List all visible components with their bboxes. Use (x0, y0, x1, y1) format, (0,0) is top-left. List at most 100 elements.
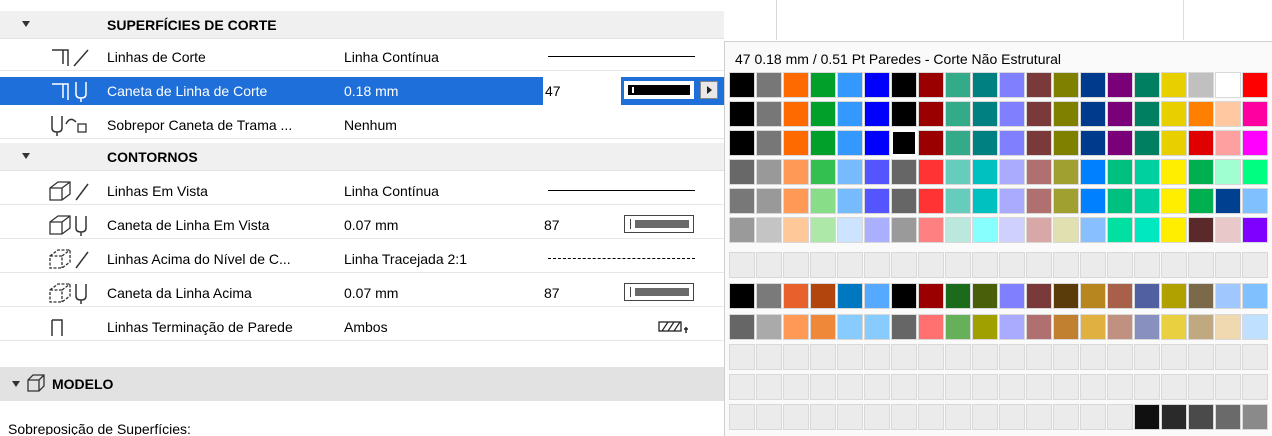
pen-swatch[interactable] (1242, 344, 1268, 370)
pen-swatch[interactable] (729, 72, 755, 98)
pen-swatch[interactable] (1053, 217, 1079, 243)
pen-swatch[interactable] (729, 252, 755, 278)
pen-swatch[interactable] (783, 217, 809, 243)
pen-swatch[interactable] (891, 159, 917, 185)
pen-swatch[interactable] (891, 130, 917, 156)
pen-swatch[interactable] (1107, 344, 1133, 370)
pen-swatch[interactable] (1080, 314, 1106, 340)
pen-swatch[interactable] (1161, 101, 1187, 127)
pen-swatch[interactable] (972, 217, 998, 243)
pen-swatch[interactable] (783, 404, 809, 430)
pen-swatch[interactable] (918, 130, 944, 156)
section-header-modelo[interactable]: MODELO (0, 367, 724, 401)
pen-swatch[interactable] (972, 314, 998, 340)
pen-swatch[interactable] (810, 404, 836, 430)
row-caneta-corte[interactable]: Caneta de Linha de Corte 0.18 mm 47 (0, 77, 724, 105)
pen-swatch[interactable] (1215, 404, 1241, 430)
pen-swatch[interactable] (1188, 101, 1214, 127)
pen-swatch[interactable] (1107, 252, 1133, 278)
pen-swatch[interactable] (810, 72, 836, 98)
pen-swatch[interactable] (1161, 283, 1187, 309)
pen-swatch[interactable] (999, 101, 1025, 127)
pen-swatch[interactable] (945, 374, 971, 400)
pen-swatch[interactable] (837, 188, 863, 214)
pen-swatch[interactable] (864, 283, 890, 309)
pen-swatch[interactable] (1107, 188, 1133, 214)
pen-swatch[interactable] (1053, 188, 1079, 214)
pen-swatch[interactable] (1188, 159, 1214, 185)
pen-number[interactable]: 87 (544, 217, 560, 233)
pen-swatch[interactable] (1188, 130, 1214, 156)
pen-swatch[interactable] (1188, 72, 1214, 98)
pen-swatch[interactable] (864, 72, 890, 98)
pen-swatch[interactable] (1215, 217, 1241, 243)
pen-swatch[interactable] (1242, 314, 1268, 340)
pen-swatch[interactable] (1188, 314, 1214, 340)
pen-swatch[interactable] (945, 314, 971, 340)
row-linhas-vista[interactable]: Linhas Em Vista Linha Contínua (0, 177, 724, 205)
pen-swatch[interactable] (945, 188, 971, 214)
pen-swatch[interactable] (837, 101, 863, 127)
pen-swatch[interactable] (1215, 159, 1241, 185)
pen-swatch[interactable] (972, 404, 998, 430)
pen-swatch[interactable] (999, 130, 1025, 156)
pen-swatch[interactable] (972, 344, 998, 370)
section-header-corte[interactable]: SUPERFÍCIES DE CORTE (0, 11, 724, 39)
pen-swatch[interactable] (918, 101, 944, 127)
pen-swatch[interactable] (756, 374, 782, 400)
pen-swatch[interactable] (783, 130, 809, 156)
pen-swatch[interactable] (1026, 314, 1052, 340)
pen-swatch[interactable] (1188, 344, 1214, 370)
pen-swatch[interactable] (810, 188, 836, 214)
pen-number[interactable]: 47 (545, 83, 561, 99)
pen-swatch[interactable] (1026, 130, 1052, 156)
pen-swatch[interactable] (1161, 314, 1187, 340)
pen-swatch[interactable] (783, 72, 809, 98)
pen-swatch[interactable] (837, 159, 863, 185)
pen-swatch[interactable] (1134, 404, 1160, 430)
pen-swatch[interactable] (1134, 159, 1160, 185)
pen-swatch[interactable] (972, 252, 998, 278)
pen-swatch[interactable] (1134, 72, 1160, 98)
pen-swatch[interactable] (1215, 283, 1241, 309)
pen-swatch[interactable] (1134, 283, 1160, 309)
pen-swatch[interactable] (1134, 314, 1160, 340)
pen-swatch[interactable] (945, 404, 971, 430)
pen-swatch[interactable] (1053, 404, 1079, 430)
pen-swatch[interactable] (1161, 72, 1187, 98)
pen-swatch[interactable] (1215, 344, 1241, 370)
pen-swatch[interactable] (1053, 101, 1079, 127)
pen-number[interactable]: 87 (544, 285, 560, 301)
pen-swatch[interactable] (999, 283, 1025, 309)
pen-swatch[interactable] (1107, 217, 1133, 243)
pen-swatch[interactable] (1242, 283, 1268, 309)
pen-swatch[interactable] (891, 314, 917, 340)
pen-swatch[interactable] (945, 72, 971, 98)
pen-swatch[interactable] (1161, 344, 1187, 370)
pen-swatch[interactable] (783, 252, 809, 278)
pen-swatch[interactable] (756, 314, 782, 340)
pen-swatch[interactable] (1026, 344, 1052, 370)
pen-swatch[interactable] (972, 188, 998, 214)
pen-swatch[interactable] (1242, 374, 1268, 400)
pen-swatch[interactable] (729, 374, 755, 400)
pen-swatch[interactable] (891, 217, 917, 243)
collapse-triangle-icon[interactable] (12, 381, 20, 387)
pen-swatch[interactable] (864, 374, 890, 400)
pen-swatch[interactable] (864, 217, 890, 243)
row-value[interactable]: Linha Contínua (344, 49, 439, 65)
pen-swatch[interactable] (1080, 217, 1106, 243)
pen-swatch[interactable] (945, 217, 971, 243)
pen-swatch[interactable] (1053, 374, 1079, 400)
pen-swatch[interactable] (1107, 283, 1133, 309)
row-linhas-corte[interactable]: Linhas de Corte Linha Contínua (0, 43, 724, 71)
pen-swatch[interactable] (1080, 374, 1106, 400)
pen-swatch[interactable] (1161, 217, 1187, 243)
pen-swatch[interactable] (810, 283, 836, 309)
pen-swatch[interactable] (1215, 130, 1241, 156)
end-lines-icon[interactable] (658, 319, 692, 335)
pen-swatch[interactable] (891, 344, 917, 370)
pen-swatch[interactable] (1215, 374, 1241, 400)
pen-swatch[interactable] (1188, 374, 1214, 400)
pen-swatch[interactable] (1242, 217, 1268, 243)
